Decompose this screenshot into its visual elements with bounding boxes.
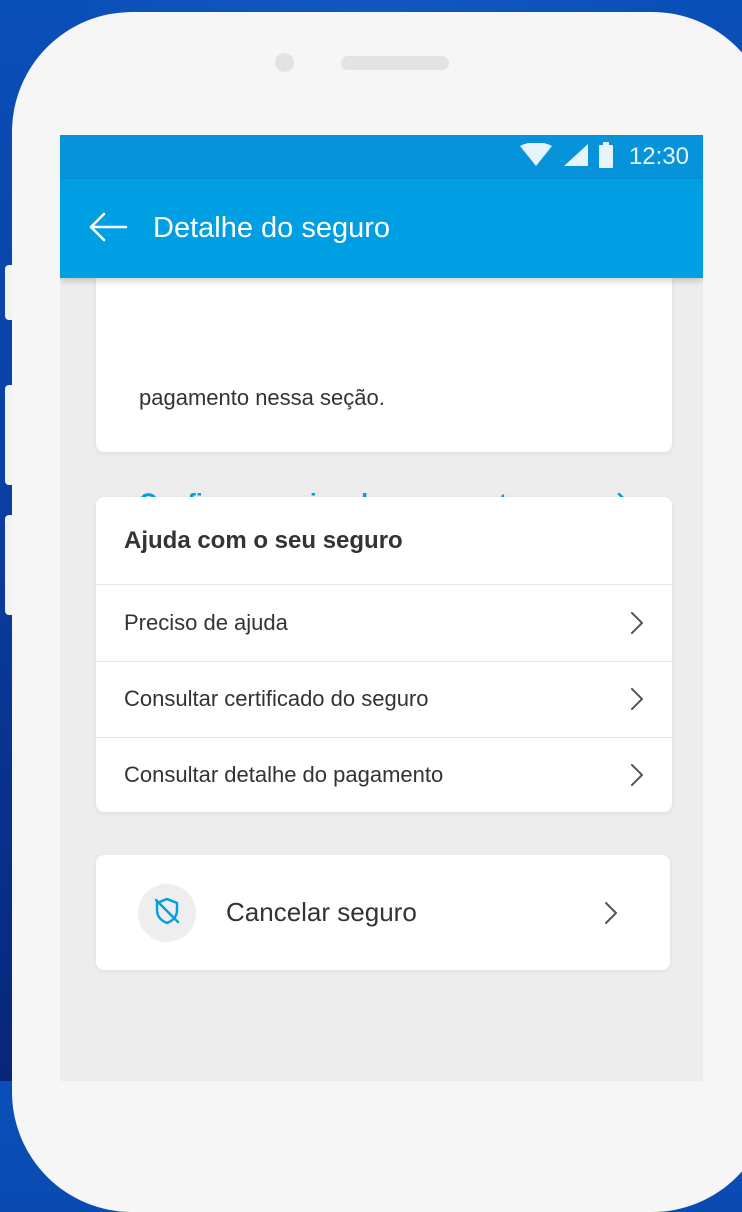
- chevron-right-icon: [627, 609, 647, 637]
- help-item-detalhe-pagamento[interactable]: Consultar detalhe do pagamento: [96, 737, 672, 813]
- help-item-preciso-de-ajuda[interactable]: Preciso de ajuda: [96, 585, 672, 661]
- shield-icon-container: [138, 884, 196, 942]
- chevron-right-icon: [627, 685, 647, 713]
- cancel-insurance-label: Cancelar seguro: [226, 897, 417, 927]
- help-item-label: Consultar detalhe do pagamento: [124, 762, 444, 787]
- cancel-insurance-button[interactable]: Cancelar seguro: [96, 855, 670, 970]
- help-card-title: Ajuda com o seu seguro: [124, 527, 403, 554]
- status-time: 12:30: [628, 143, 689, 170]
- chevron-right-icon: [627, 761, 647, 789]
- phone-camera: [275, 53, 294, 72]
- help-card: Ajuda com o seu seguro Preciso de ajuda …: [96, 497, 672, 812]
- help-item-label: Preciso de ajuda: [124, 610, 288, 635]
- shield-off-icon: [153, 896, 181, 931]
- app-bar: Detalhe do seguro: [60, 179, 703, 278]
- wifi-icon: [519, 141, 553, 172]
- arrow-left-icon: [88, 212, 128, 247]
- battery-icon: [598, 141, 613, 173]
- chevron-right-icon: [601, 899, 621, 927]
- page-title: Detalhe do seguro: [153, 212, 390, 244]
- status-icons: 12:30: [519, 135, 689, 179]
- cellular-signal-icon: [563, 143, 589, 172]
- phone-screen: 12:30 Detalhe do seguro pagamento nessa …: [60, 135, 703, 1081]
- back-button[interactable]: [84, 207, 132, 251]
- help-item-label: Consultar certificado do seguro: [124, 686, 429, 711]
- phone-speaker: [341, 56, 449, 70]
- payment-description: pagamento nessa seção.: [139, 385, 385, 410]
- status-bar: 12:30: [60, 135, 703, 179]
- help-item-certificado[interactable]: Consultar certificado do seguro: [96, 661, 672, 737]
